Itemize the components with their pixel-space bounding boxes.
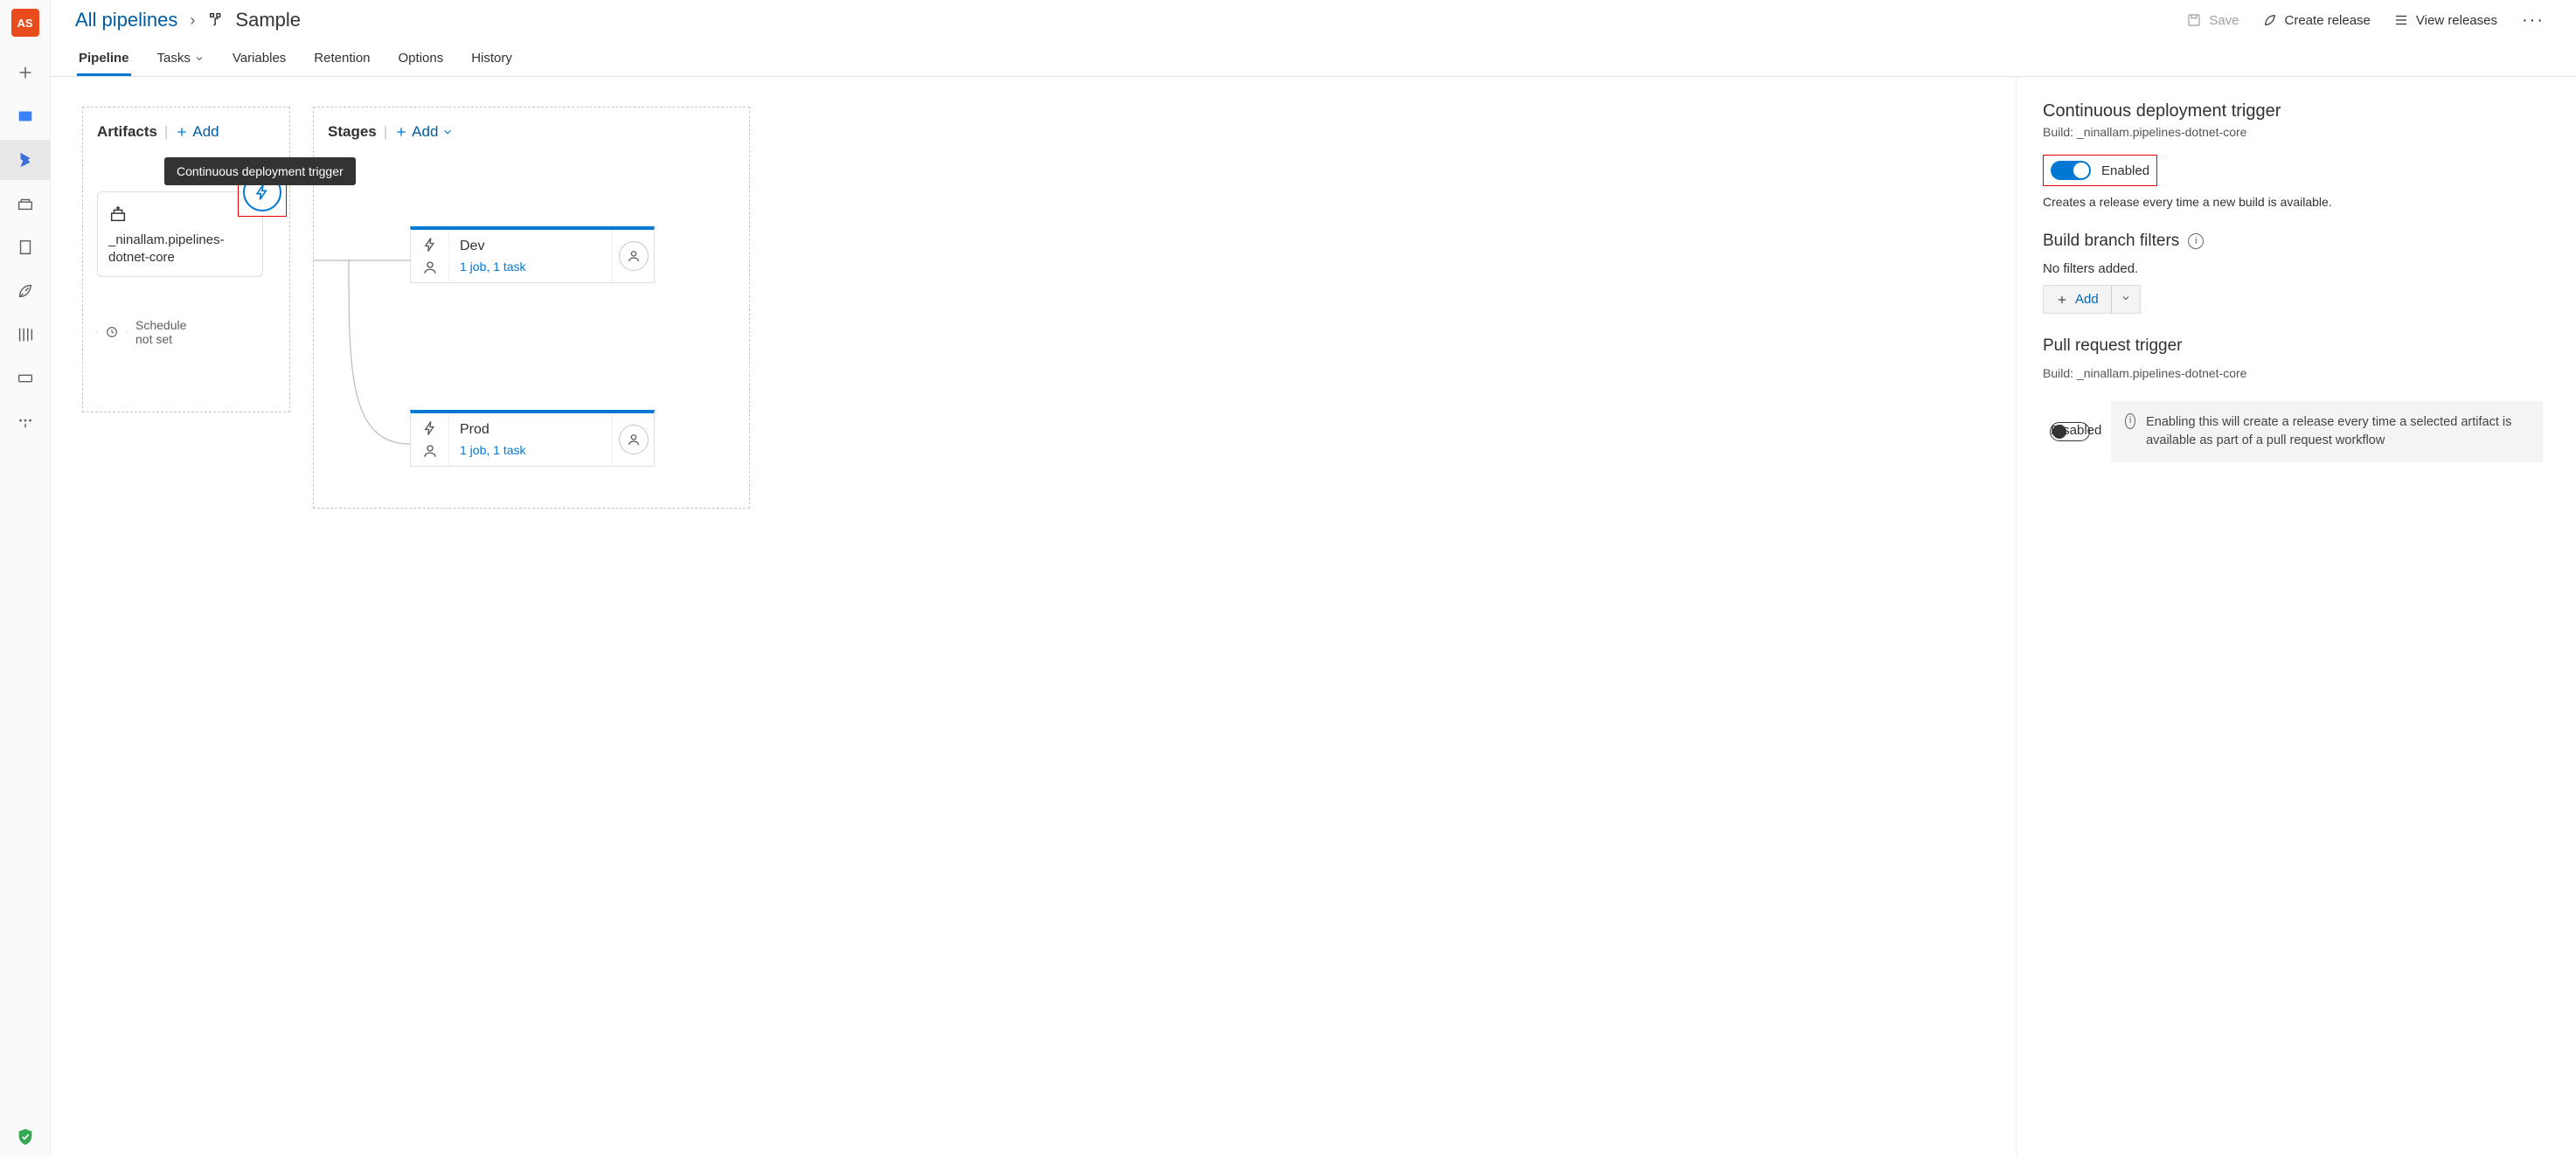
nav-rocket-icon[interactable] [0, 271, 51, 311]
tab-tasks-label: Tasks [157, 51, 191, 66]
pipeline-title: Sample [207, 9, 301, 31]
stage-tasks-link[interactable]: 1 job, 1 task [460, 260, 601, 274]
chevron-down-icon [194, 53, 205, 64]
branch-filters-heading: Build branch filters [2043, 232, 2179, 251]
person-icon [422, 260, 438, 275]
org-badge[interactable]: AS [11, 9, 39, 37]
add-filter-dropdown[interactable] [2111, 286, 2140, 313]
add-filter-button[interactable]: Add [2043, 285, 2141, 314]
add-artifact-label: Add [192, 123, 219, 141]
pipeline-name: Sample [235, 9, 301, 31]
stage-name: Dev [460, 239, 601, 254]
editor-tabs: Pipeline Tasks Variables Retention Optio… [51, 35, 2576, 77]
tab-retention[interactable]: Retention [312, 44, 371, 76]
stage-predeploy-conditions[interactable] [411, 230, 449, 282]
nav-library-icon[interactable] [0, 315, 51, 355]
cd-build-source: Build: _ninallam.pipelines-dotnet-core [2043, 125, 2550, 139]
schedule-label: Schedule [135, 318, 186, 332]
info-icon[interactable]: i [2188, 233, 2204, 249]
add-filter-label: Add [2075, 292, 2099, 307]
schedule-value: not set [135, 332, 186, 346]
save-button: Save [2181, 9, 2244, 31]
info-icon: i [2125, 413, 2135, 429]
tab-variables[interactable]: Variables [231, 44, 288, 76]
stage-name: Prod [460, 422, 601, 438]
no-filters-text: No filters added. [2043, 261, 2550, 276]
add-artifact-button[interactable]: Add [175, 123, 219, 141]
person-icon [627, 433, 641, 447]
pipeline-icon [207, 10, 226, 30]
pr-info-banner: i Enabling this will create a release ev… [2111, 401, 2543, 462]
plus-icon [2056, 294, 2068, 306]
view-releases-button[interactable]: View releases [2388, 9, 2503, 31]
view-releases-label: View releases [2416, 13, 2497, 28]
nav-new-icon[interactable] [0, 52, 51, 93]
nav-repos-icon[interactable] [0, 184, 51, 224]
tab-options[interactable]: Options [397, 44, 446, 76]
stage-card-prod[interactable]: Prod 1 job, 1 task [410, 410, 655, 467]
person-icon [627, 249, 641, 263]
tab-tasks[interactable]: Tasks [156, 44, 206, 76]
artifacts-zone: Artifacts | Add Continuous deployment tr… [82, 107, 290, 412]
breadcrumb-separator: › [190, 11, 195, 30]
nav-status-shield-icon[interactable] [0, 1117, 51, 1157]
lightning-icon [422, 237, 438, 253]
pr-trigger-heading: Pull request trigger [2043, 336, 2182, 356]
nav-testplans-icon[interactable] [0, 227, 51, 267]
trigger-tooltip: Continuous deployment trigger [164, 157, 356, 185]
stages-zone: Stages | Add [313, 107, 750, 509]
nav-deploy-icon[interactable] [0, 358, 51, 398]
stage-postdeploy-conditions[interactable] [612, 230, 654, 282]
cd-trigger-heading: Continuous deployment trigger [2043, 101, 2550, 121]
stages-title: Stages [328, 123, 377, 141]
nav-pipelines-icon[interactable] [0, 140, 51, 180]
tab-history[interactable]: History [469, 44, 514, 76]
pipeline-canvas: Artifacts | Add Continuous deployment tr… [51, 77, 2017, 1157]
left-nav-rail: AS [0, 0, 51, 1157]
pr-build-source: Build: _ninallam.pipelines-dotnet-core [2043, 366, 2550, 380]
breadcrumb-root[interactable]: All pipelines [75, 9, 177, 31]
pr-disabled-row: Disabled i Enabling this will create a r… [2043, 396, 2550, 468]
settings-panel: Continuous deployment trigger Build: _ni… [2017, 77, 2576, 1157]
stage-tasks-link[interactable]: 1 job, 1 task [460, 443, 601, 457]
person-icon [422, 443, 438, 459]
cd-enabled-row: Enabled [2043, 155, 2157, 186]
chevron-down-icon [441, 126, 454, 138]
artifact-name: _ninallam.pipelines-dotnet-core [108, 232, 252, 267]
header-bar: All pipelines › Sample Save Create relea… [51, 0, 2576, 35]
create-release-label: Create release [2285, 13, 2371, 28]
create-release-button[interactable]: Create release [2257, 9, 2376, 31]
cd-enabled-label: Enabled [2101, 163, 2149, 178]
tab-pipeline[interactable]: Pipeline [77, 44, 131, 76]
pr-info-text: Enabling this will create a release ever… [2146, 413, 2529, 450]
build-source-icon [108, 204, 128, 224]
add-stage-button[interactable]: Add [394, 123, 454, 141]
artifacts-title: Artifacts [97, 123, 157, 141]
artifact-card[interactable]: Continuous deployment trigger [97, 191, 263, 277]
cd-description: Creates a release every time a new build… [2043, 195, 2550, 209]
more-actions-button[interactable]: ··· [2515, 10, 2552, 31]
nav-more-icon[interactable] [0, 402, 51, 442]
stage-predeploy-conditions[interactable] [411, 413, 449, 466]
cd-enabled-toggle[interactable] [2051, 161, 2091, 180]
clock-icon [97, 315, 127, 349]
add-stage-label: Add [412, 123, 438, 141]
nav-boards-icon[interactable] [0, 96, 51, 136]
stage-card-dev[interactable]: Dev 1 job, 1 task [410, 226, 655, 283]
schedule-row[interactable]: Schedule not set [97, 315, 275, 349]
chevron-down-icon [2121, 293, 2131, 303]
lightning-icon [253, 184, 271, 201]
stage-postdeploy-conditions[interactable] [612, 413, 654, 466]
pr-enabled-toggle[interactable]: Disabled [2050, 422, 2090, 441]
save-label: Save [2209, 13, 2239, 28]
lightning-icon [422, 420, 438, 436]
